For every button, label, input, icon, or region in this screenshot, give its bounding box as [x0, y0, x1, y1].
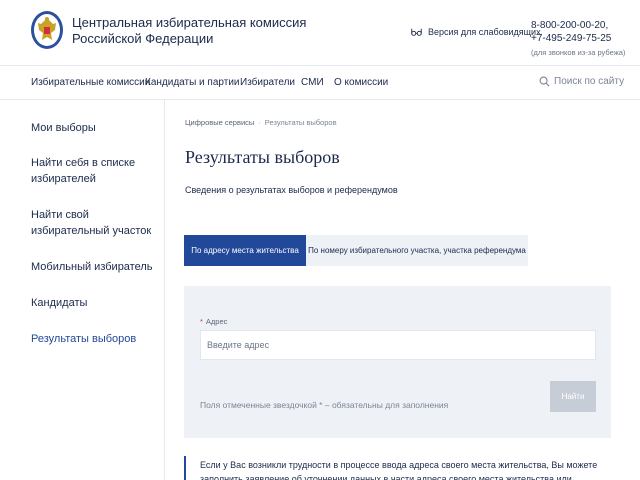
emblem-icon[interactable] [30, 10, 64, 50]
nav-item-media[interactable]: СМИ [301, 77, 324, 88]
org-name[interactable]: Центральная избирательная комиссия Росси… [72, 15, 306, 47]
phone-hotline[interactable]: 8-800-200-00-20, [531, 19, 625, 32]
search-label: Поиск по сайту [554, 76, 625, 87]
breadcrumb-current: Результаты выборов [264, 118, 337, 127]
info-text: Если у Вас возникли трудности в процессе… [200, 460, 598, 480]
phone-international[interactable]: +7-495-249-75-25 [531, 32, 625, 45]
required-star: * [200, 317, 203, 326]
vision-version-label: Версия для слабовидящих [428, 26, 541, 37]
nav-item-voters[interactable]: Избиратели [240, 77, 295, 88]
contact-phones: 8-800-200-00-20, +7-495-249-75-25 (для з… [531, 19, 625, 59]
address-form: *Адрес Найти Поля отмеченные звездочкой … [184, 286, 611, 438]
info-block: Если у Вас возникли трудности в процессе… [184, 456, 604, 480]
search-mode-tabs: По адресу места жительства По номеру изб… [184, 235, 528, 266]
page-subtitle: Сведения о результатах выборов и референ… [185, 185, 398, 195]
required-fields-note: Поля отмеченные звездочкой * – обязатель… [200, 400, 449, 410]
sidebar-item-candidates[interactable]: Кандидаты [31, 295, 159, 311]
breadcrumb: Цифровые сервисы · Результаты выборов [185, 118, 337, 127]
find-button[interactable]: Найти [550, 381, 596, 412]
sidebar-item-election-results[interactable]: Результаты выборов [31, 331, 159, 347]
address-input[interactable] [200, 330, 596, 360]
sidebar-item-mobile-voter[interactable]: Мобильный избиратель [31, 259, 159, 275]
breadcrumb-digital-services[interactable]: Цифровые сервисы [185, 118, 254, 127]
phone-note: (для звонков из-за рубежа) [531, 48, 626, 57]
glasses-icon [411, 28, 422, 36]
sidebar-item-find-in-list[interactable]: Найти себя в списке избирателей [31, 155, 159, 187]
search-icon [539, 76, 550, 87]
tab-by-precinct-number[interactable]: По номеру избирательного участка, участк… [306, 235, 528, 266]
site-search[interactable]: Поиск по сайту [539, 76, 624, 87]
org-name-line2: Российской Федерации [72, 31, 214, 46]
address-label-text: Адрес [205, 317, 228, 326]
page-title: Результаты выборов [185, 147, 340, 167]
nav-item-commissions[interactable]: Избирательные комиссии [31, 77, 150, 88]
sidebar-item-find-precinct[interactable]: Найти свой избирательный участок [31, 207, 159, 239]
nav-item-about[interactable]: О комиссии [334, 77, 388, 88]
sidebar-item-my-elections[interactable]: Мои выборы [31, 120, 159, 136]
site-header: Центральная избирательная комиссия Росси… [0, 0, 640, 66]
sidebar: Мои выборы Найти себя в списке избирател… [0, 100, 165, 480]
breadcrumb-separator: · [258, 118, 261, 127]
main-nav: Избирательные комиссии Кандидаты и парти… [0, 66, 640, 100]
address-label: * Адрес [200, 317, 227, 326]
vision-version-link[interactable]: Версия для слабовидящих [411, 26, 541, 37]
org-name-line1: Центральная избирательная комиссия [72, 15, 307, 30]
tab-by-address[interactable]: По адресу места жительства [184, 235, 306, 266]
nav-item-candidates[interactable]: Кандидаты и партии [145, 77, 240, 88]
